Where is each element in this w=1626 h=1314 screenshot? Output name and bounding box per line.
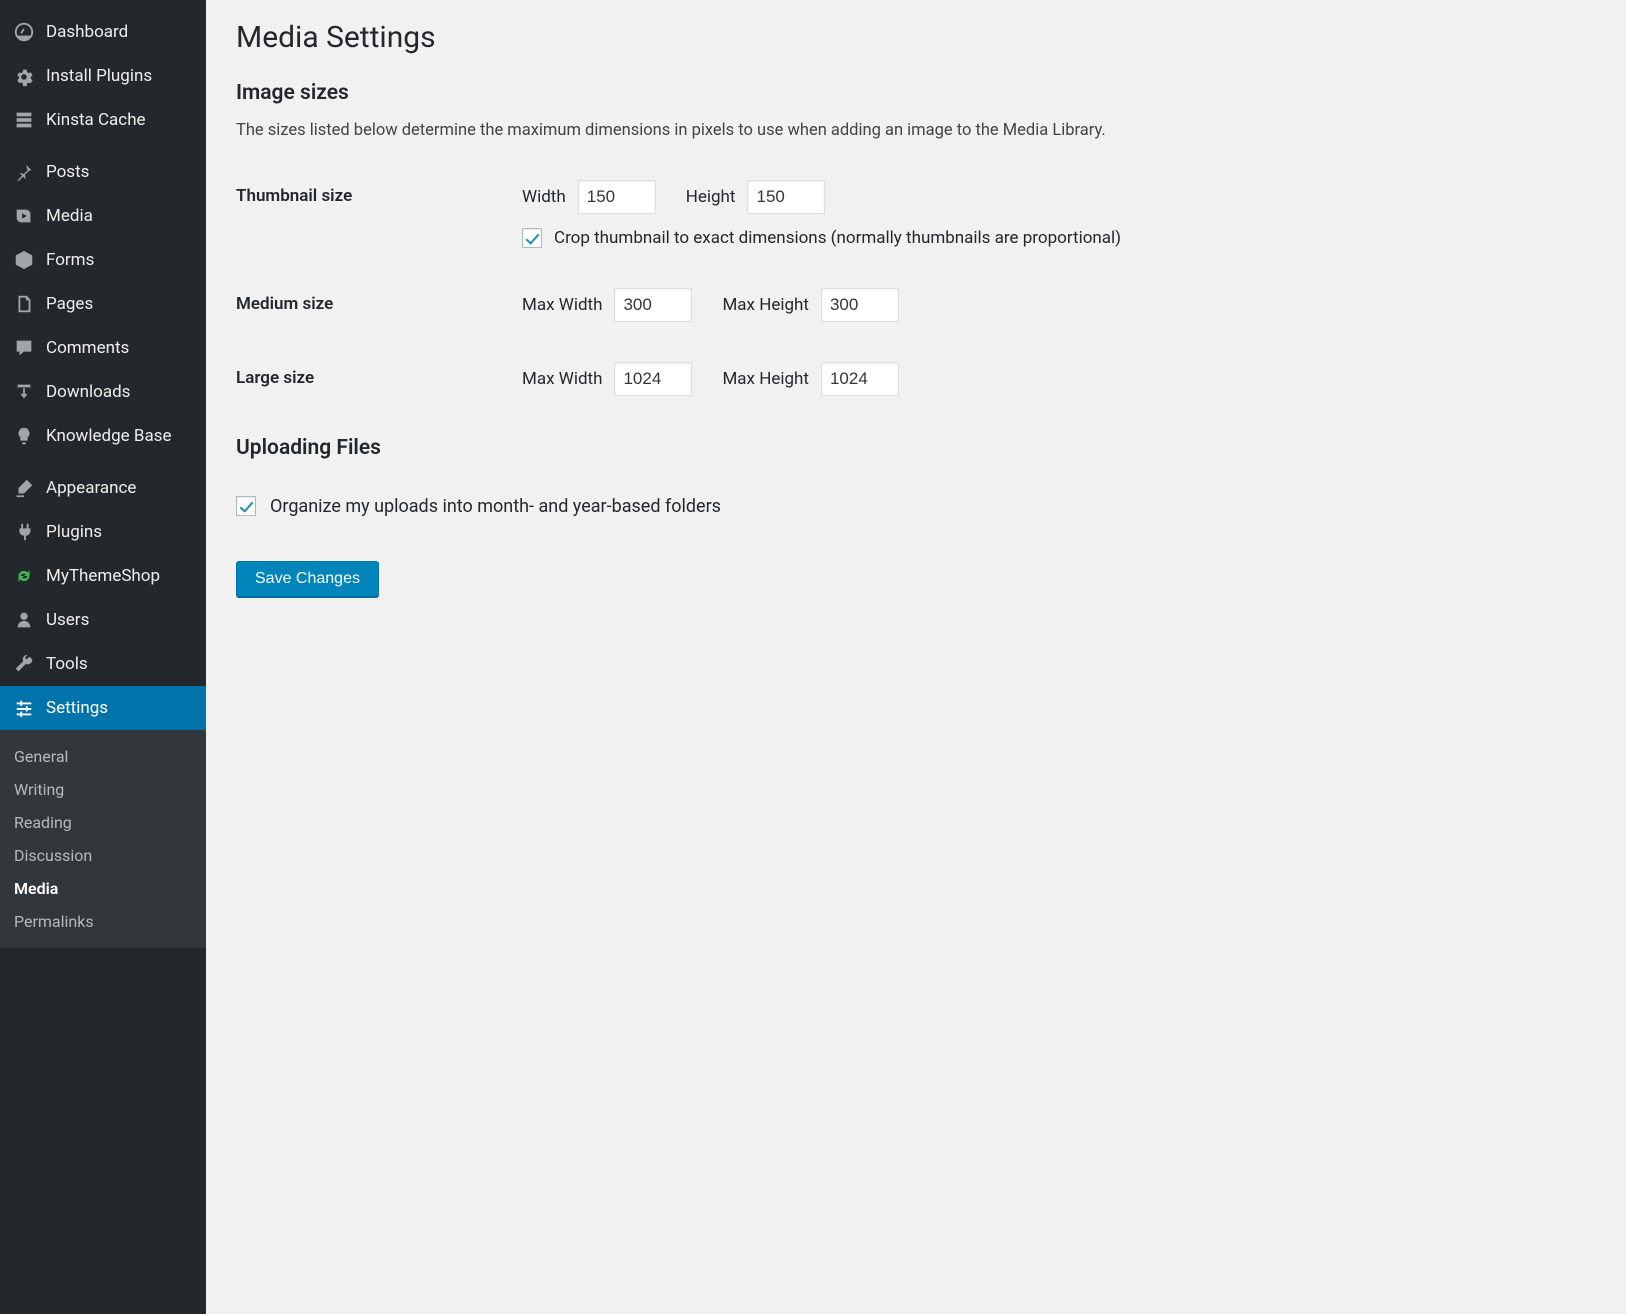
sidebar-item-label: Posts <box>46 161 89 183</box>
sliders-icon <box>12 696 36 720</box>
brush-icon <box>12 476 36 500</box>
thumbnail-crop-label: Crop thumbnail to exact dimensions (norm… <box>554 228 1121 248</box>
sidebar-item-install-plugins[interactable]: Install Plugins <box>0 54 206 98</box>
row-label-thumbnail: Thumbnail size <box>236 180 522 206</box>
settings-submenu-discussion[interactable]: Discussion <box>0 839 206 872</box>
sidebar-item-label: Forms <box>46 249 94 271</box>
sidebar-item-label: Appearance <box>46 477 136 499</box>
medium-maxh-label: Max Height <box>722 295 809 315</box>
wrench-icon <box>12 652 36 676</box>
sidebar-item-label: Media <box>46 205 93 227</box>
download-icon <box>12 380 36 404</box>
comment-icon <box>12 336 36 360</box>
section-image-sizes-desc: The sizes listed below determine the max… <box>236 119 1596 144</box>
large-maxh-input[interactable] <box>821 362 899 396</box>
thumbnail-width-label: Width <box>522 187 566 207</box>
row-thumbnail-size: Thumbnail size Width Height Crop thumbna… <box>236 180 1596 248</box>
sidebar-item-pages[interactable]: Pages <box>0 282 206 326</box>
sidebar-item-comments[interactable]: Comments <box>0 326 206 370</box>
sidebar-item-label: Kinsta Cache <box>46 109 146 131</box>
settings-submenu-reading[interactable]: Reading <box>0 806 206 839</box>
sidebar-item-label: MyThemeShop <box>46 565 160 587</box>
refresh-icon <box>12 564 36 588</box>
gear-icon <box>12 64 36 88</box>
forms-icon <box>12 248 36 272</box>
thumbnail-height-label: Height <box>686 187 736 207</box>
settings-submenu-general[interactable]: General <box>0 740 206 773</box>
pin-icon <box>12 160 36 184</box>
large-maxh-label: Max Height <box>722 369 809 389</box>
sidebar-item-label: Pages <box>46 293 93 315</box>
row-large-size: Large size Max Width Max Height <box>236 362 1596 396</box>
medium-maxw-label: Max Width <box>522 295 602 315</box>
page-title: Media Settings <box>236 20 1596 55</box>
pages-icon <box>12 292 36 316</box>
sidebar-item-dashboard[interactable]: Dashboard <box>0 10 206 54</box>
sidebar-item-tools[interactable]: Tools <box>0 642 206 686</box>
sidebar-item-knowledge-base[interactable]: Knowledge Base <box>0 414 206 458</box>
sidebar-item-mythemeshop[interactable]: MyThemeShop <box>0 554 206 598</box>
settings-submenu-media[interactable]: Media <box>0 872 206 905</box>
section-image-sizes-title: Image sizes <box>236 81 1596 105</box>
row-label-large: Large size <box>236 362 522 388</box>
large-maxw-input[interactable] <box>614 362 692 396</box>
dashboard-icon <box>12 20 36 44</box>
section-uploading-title: Uploading Files <box>236 436 1596 460</box>
sidebar-item-label: Downloads <box>46 381 130 403</box>
sidebar-item-media[interactable]: Media <box>0 194 206 238</box>
row-label-medium: Medium size <box>236 288 522 314</box>
main-content: Media Settings Image sizes The sizes lis… <box>206 0 1626 1314</box>
medium-maxh-input[interactable] <box>821 288 899 322</box>
sidebar-item-downloads[interactable]: Downloads <box>0 370 206 414</box>
admin-sidebar: Dashboard Install Plugins Kinsta Cache Pos… <box>0 0 206 1314</box>
medium-maxw-input[interactable] <box>614 288 692 322</box>
settings-submenu-writing[interactable]: Writing <box>0 773 206 806</box>
sidebar-item-label: Settings <box>46 697 108 719</box>
sidebar-item-label: Install Plugins <box>46 65 152 87</box>
server-icon <box>12 108 36 132</box>
sidebar-item-plugins[interactable]: Plugins <box>0 510 206 554</box>
save-changes-button[interactable]: Save Changes <box>236 561 379 597</box>
sidebar-item-label: Tools <box>46 653 88 675</box>
sidebar-item-appearance[interactable]: Appearance <box>0 466 206 510</box>
sidebar-item-forms[interactable]: Forms <box>0 238 206 282</box>
sidebar-item-label: Dashboard <box>46 21 128 43</box>
settings-submenu-permalinks[interactable]: Permalinks <box>0 905 206 938</box>
sidebar-item-label: Users <box>46 609 89 631</box>
row-medium-size: Medium size Max Width Max Height <box>236 288 1596 322</box>
thumbnail-height-input[interactable] <box>747 180 825 214</box>
row-organize-uploads: Organize my uploads into month- and year… <box>236 496 1596 517</box>
sidebar-item-label: Comments <box>46 337 129 359</box>
sidebar-item-kinsta-cache[interactable]: Kinsta Cache <box>0 98 206 142</box>
sidebar-item-label: Plugins <box>46 521 102 543</box>
user-icon <box>12 608 36 632</box>
media-icon <box>12 204 36 228</box>
plug-icon <box>12 520 36 544</box>
sidebar-item-label: Knowledge Base <box>46 425 171 447</box>
bulb-icon <box>12 424 36 448</box>
sidebar-item-posts[interactable]: Posts <box>0 150 206 194</box>
thumbnail-width-input[interactable] <box>578 180 656 214</box>
organize-uploads-label: Organize my uploads into month- and year… <box>270 496 721 517</box>
thumbnail-crop-checkbox[interactable] <box>522 228 542 248</box>
large-maxw-label: Max Width <box>522 369 602 389</box>
organize-uploads-checkbox[interactable] <box>236 496 256 516</box>
sidebar-item-users[interactable]: Users <box>0 598 206 642</box>
sidebar-item-settings[interactable]: Settings <box>0 686 206 730</box>
